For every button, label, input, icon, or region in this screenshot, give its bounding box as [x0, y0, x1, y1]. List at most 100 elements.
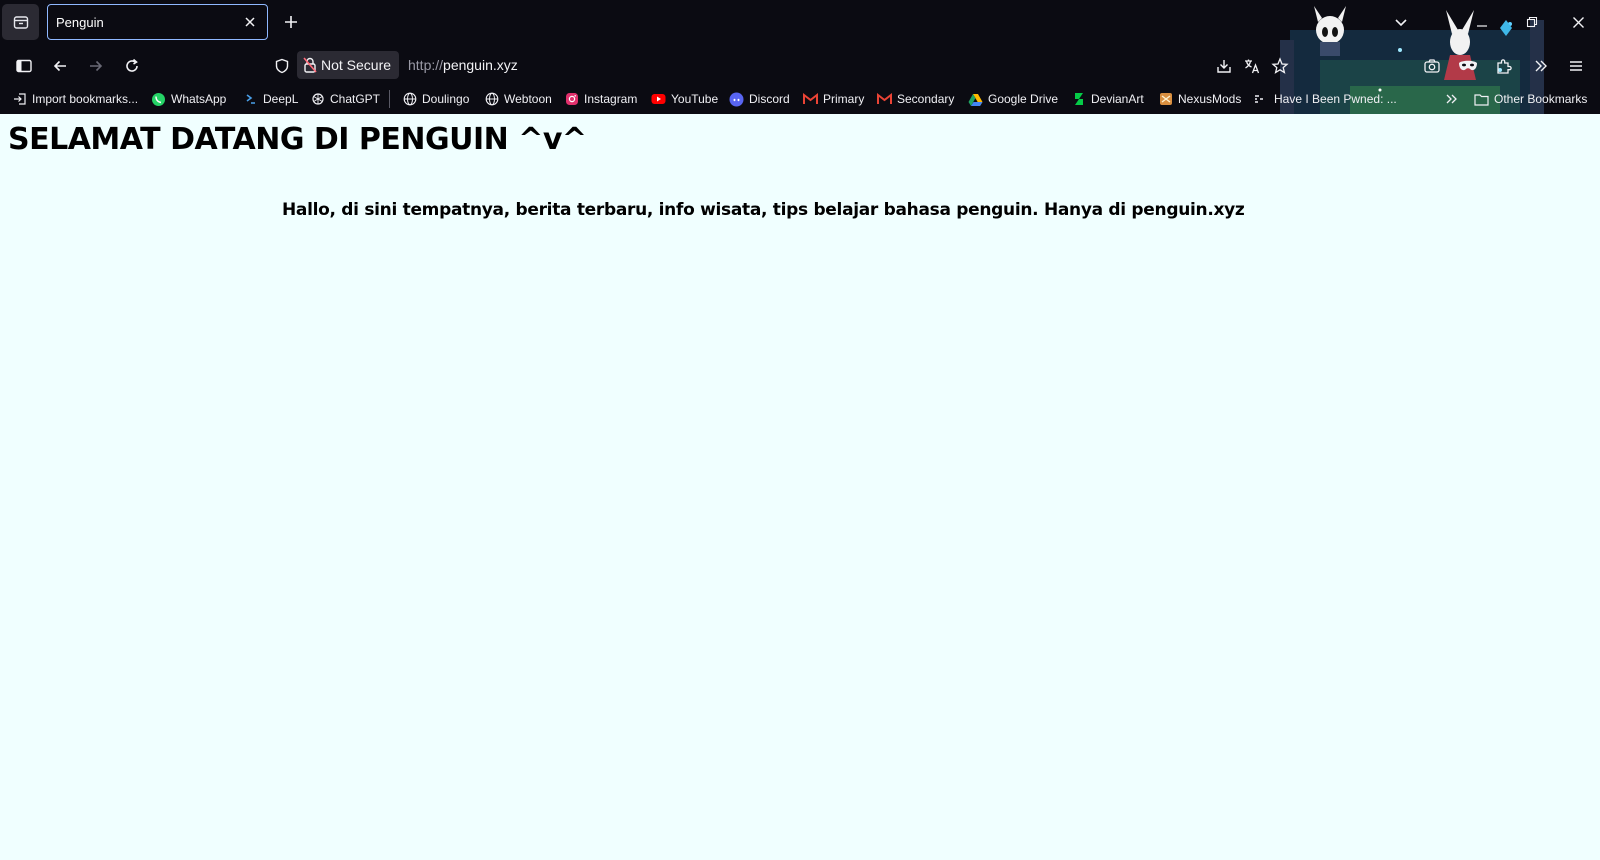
window-restore-button[interactable] [1520, 10, 1544, 34]
gmail-icon [877, 92, 892, 107]
bookmark-chatgpt[interactable]: ChatGPT [310, 89, 380, 109]
bookmark-deepl[interactable]: DeepL [243, 89, 298, 109]
tab-strip: Penguin [0, 0, 1600, 44]
bookmark-have-i-been-pwned[interactable]: Have I Been Pwned: ... [1254, 89, 1397, 109]
bookmark-label: Google Drive [988, 92, 1059, 106]
bookmark-page-button[interactable] [1266, 52, 1294, 80]
whatsapp-icon [151, 92, 166, 107]
globe-icon [484, 92, 499, 107]
bookmark-instagram[interactable]: Instagram [564, 89, 637, 109]
bookmark-discord[interactable]: Discord [729, 89, 790, 109]
bookmark-google-drive[interactable]: Google Drive [968, 89, 1058, 109]
tab-overview-button[interactable] [2, 4, 39, 40]
page-heading: SELAMAT DATANG DI PENGUIN ^v^ [8, 122, 587, 157]
bookmark-nexusmods[interactable]: NexusMods [1158, 89, 1241, 109]
bookmark-label: DeepL [263, 92, 299, 106]
sidebar-toggle-button[interactable] [10, 52, 38, 80]
translate-button[interactable] [1238, 52, 1266, 80]
bookmark-secondary[interactable]: Secondary [877, 89, 954, 109]
url-host: penguin.xyz [443, 57, 518, 73]
more-tools-button[interactable] [1527, 52, 1555, 80]
other-bookmarks-label: Other Bookmarks [1494, 92, 1588, 106]
star-icon [1271, 57, 1289, 74]
url-protocol: http:// [408, 57, 444, 73]
bookmark-label: Secondary [897, 92, 955, 106]
download-icon [1217, 60, 1231, 73]
bookmark-label: YouTube [671, 92, 719, 106]
navigation-toolbar: Not Secure http://penguin.xyz [0, 46, 1600, 84]
chevron-double-right-icon [1535, 60, 1547, 72]
globe-icon [402, 92, 417, 107]
bookmark-label: Import bookmarks... [32, 92, 139, 106]
reload-button[interactable] [118, 52, 146, 80]
google-drive-icon [968, 92, 983, 107]
tab-penguin[interactable]: Penguin [47, 4, 268, 40]
window-minimize-button[interactable] [1470, 10, 1494, 34]
plus-icon [285, 16, 297, 28]
tab-overview-icon [13, 16, 28, 29]
hibp-icon [1254, 92, 1269, 107]
instagram-icon [564, 92, 579, 107]
shield-icon [275, 58, 289, 74]
url-field[interactable]: http://penguin.xyz [408, 57, 518, 73]
gmail-icon [803, 92, 818, 107]
tracking-protection-button[interactable] [270, 54, 294, 78]
back-button[interactable] [46, 52, 74, 80]
bookmark-primary[interactable]: Primary [803, 89, 864, 109]
list-all-tabs-button[interactable] [1390, 10, 1412, 34]
page-subheading: Hallo, di sini tempatnya, berita terbaru… [282, 200, 1245, 220]
extensions-button[interactable] [1490, 52, 1518, 80]
screenshot-button[interactable] [1418, 52, 1446, 80]
forward-button[interactable] [82, 52, 110, 80]
bookmark-separator [389, 90, 390, 108]
new-tab-button[interactable] [279, 10, 303, 34]
app-menu-button[interactable] [1562, 52, 1590, 80]
bookmark-label: WhatsApp [171, 92, 227, 106]
web-page-content: SELAMAT DATANG DI PENGUIN ^v^ Hallo, di … [0, 114, 1600, 860]
mask-icon [1459, 60, 1477, 71]
bookmark-label: Webtoon [504, 92, 552, 106]
bookmark-devianart[interactable]: DevianArt [1071, 89, 1144, 109]
bookmark-label: ChatGPT [330, 92, 381, 106]
chatgpt-icon [310, 92, 325, 107]
reload-icon [126, 58, 138, 72]
close-icon [1572, 16, 1584, 28]
chevron-double-right-icon [1444, 92, 1459, 107]
folder-icon [1474, 92, 1489, 107]
deepl-icon [243, 92, 258, 107]
bookmark-label: Discord [749, 92, 790, 106]
close-icon [245, 17, 255, 27]
bookmark-doulingo[interactable]: Doulingo [402, 89, 469, 109]
bookmark-webtoon[interactable]: Webtoon [484, 89, 552, 109]
security-label: Not Secure [321, 57, 392, 73]
private-browsing-button[interactable] [1454, 52, 1482, 80]
youtube-icon [651, 92, 666, 107]
bookmark-youtube[interactable]: YouTube [651, 89, 718, 109]
bookmark-label: Primary [823, 92, 865, 106]
arrow-left-icon [53, 60, 66, 72]
bookmark-label: Have I Been Pwned: ... [1274, 92, 1397, 106]
bookmark-label: Doulingo [422, 92, 470, 106]
bookmarks-toolbar: Import bookmarks... WhatsApp DeepL ChatG… [0, 86, 1600, 112]
bookmark-import[interactable]: Import bookmarks... [12, 89, 138, 109]
bookmark-label: Instagram [584, 92, 638, 106]
bookmark-whatsapp[interactable]: WhatsApp [151, 89, 226, 109]
arrow-right-icon [90, 60, 103, 72]
import-icon [12, 92, 27, 107]
save-to-pocket-button[interactable] [1210, 52, 1238, 80]
translate-icon [1245, 59, 1260, 74]
tab-close-button[interactable] [241, 13, 259, 31]
window-close-button[interactable] [1565, 10, 1591, 34]
sidebar-icon [16, 59, 32, 73]
bookmark-label: NexusMods [1178, 92, 1242, 106]
more-bookmarks-button[interactable] [1444, 89, 1459, 109]
chevron-down-icon [1395, 19, 1407, 27]
site-security-indicator[interactable]: Not Secure [297, 51, 400, 79]
bookmark-label: DevianArt [1091, 92, 1144, 106]
camera-icon [1424, 59, 1440, 73]
other-bookmarks-folder[interactable]: Other Bookmarks [1474, 89, 1587, 109]
hamburger-menu-icon [1570, 61, 1582, 71]
puzzle-icon [1497, 59, 1512, 74]
insecure-lock-icon [303, 57, 317, 73]
minimize-icon [1477, 25, 1487, 27]
